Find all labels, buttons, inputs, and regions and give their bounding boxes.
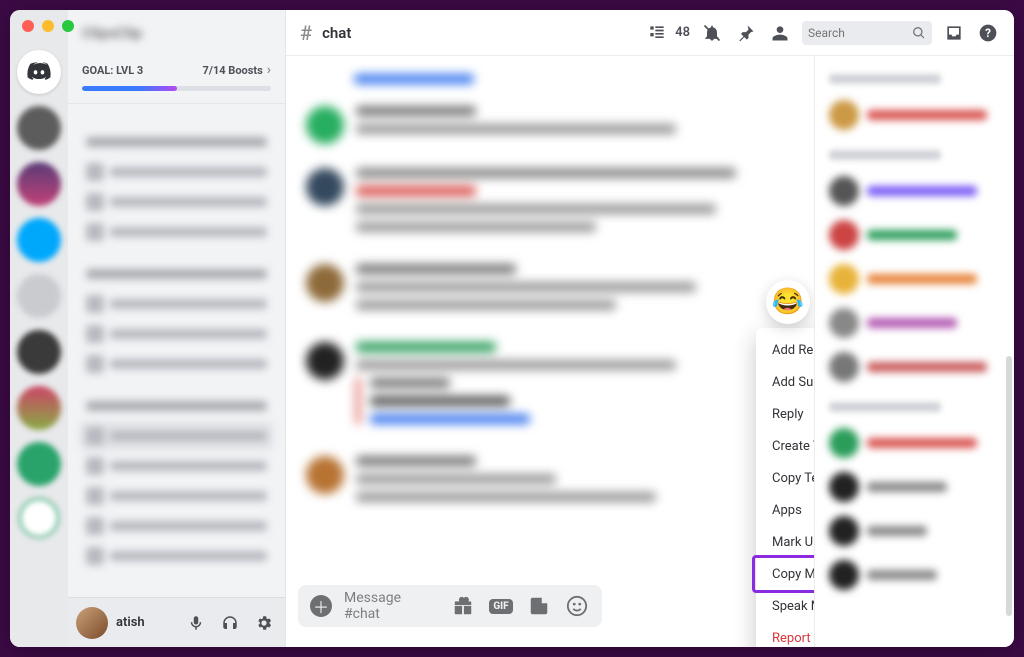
channel-name: chat — [322, 24, 351, 42]
quick-reaction-emoji[interactable]: 😂 — [766, 280, 810, 324]
context-menu-label: Add Super Reaction — [772, 375, 814, 390]
emoji-icon — [566, 595, 588, 617]
help-button[interactable]: ? — [976, 21, 1000, 45]
channel-list[interactable] — [68, 104, 285, 597]
channel-sidebar: ClipsClip GOAL: LVL 3 7/14 Boosts › — [68, 10, 286, 647]
mic-button[interactable] — [183, 610, 209, 636]
search-input[interactable] — [808, 26, 908, 40]
message-context-menu: 😂 Add Reaction›Add Super Reaction ›Reply… — [756, 286, 814, 647]
context-menu-label: Copy Message Link — [772, 567, 814, 582]
context-menu-item-add-super-reaction[interactable]: Add Super Reaction › — [762, 366, 814, 398]
guild-item[interactable] — [17, 106, 61, 150]
members-icon — [770, 23, 790, 43]
guild-item[interactable] — [17, 162, 61, 206]
user-settings-button[interactable] — [251, 610, 277, 636]
context-menu-item-report-message[interactable]: Report Message — [762, 622, 814, 647]
chevron-right-icon: › — [267, 62, 271, 78]
composer-placeholder[interactable]: Message #chat — [344, 590, 438, 622]
sticker-icon — [528, 595, 550, 617]
member-list-toggle[interactable] — [768, 21, 792, 45]
headphones-icon — [221, 614, 239, 632]
context-menu-item-copy-text[interactable]: Copy Text — [762, 462, 814, 494]
gif-label: GIF — [489, 599, 512, 614]
search-box[interactable] — [802, 21, 932, 45]
microphone-icon — [187, 614, 205, 632]
main-panel: # chat 48 ? — [286, 10, 1014, 647]
boost-goal-label: GOAL: LVL 3 — [82, 64, 143, 77]
svg-text:?: ? — [985, 26, 991, 40]
guild-item[interactable] — [17, 442, 61, 486]
context-menu-item-add-reaction[interactable]: Add Reaction› — [762, 334, 814, 366]
sticker-button[interactable] — [526, 593, 552, 619]
guild-rail — [10, 10, 68, 647]
zoom-window-button[interactable] — [62, 20, 74, 32]
context-menu-label: Create Thread — [772, 439, 814, 454]
boost-progress-bar — [82, 86, 271, 91]
help-icon: ? — [978, 23, 998, 43]
minimize-window-button[interactable] — [42, 20, 54, 32]
discord-logo-icon — [26, 59, 52, 85]
window-controls — [22, 20, 74, 32]
boost-banner[interactable]: GOAL: LVL 3 7/14 Boosts › — [68, 52, 285, 104]
context-menu-label: Add Reaction — [772, 343, 814, 358]
boost-progress-label: 7/14 Boosts — [203, 64, 263, 77]
home-button[interactable] — [17, 50, 61, 94]
search-icon — [912, 26, 926, 40]
notification-settings-button[interactable] — [700, 21, 724, 45]
context-menu-label: Apps — [772, 503, 802, 518]
pinned-messages-button[interactable] — [734, 21, 758, 45]
deafen-button[interactable] — [217, 610, 243, 636]
app-window: ClipsClip GOAL: LVL 3 7/14 Boosts › — [10, 10, 1014, 647]
members-scrollbar[interactable] — [1006, 356, 1012, 616]
gear-icon — [255, 614, 273, 632]
gif-button[interactable]: GIF — [488, 593, 514, 619]
emoji-button[interactable] — [564, 593, 590, 619]
context-menu-label: Report Message — [772, 631, 814, 646]
gift-icon — [452, 595, 474, 617]
server-name[interactable]: ClipsClip — [68, 10, 285, 52]
threads-button[interactable] — [645, 21, 669, 45]
member-list[interactable] — [814, 56, 1014, 647]
message-list[interactable]: ＋ Message #chat GIF 😂 Add Reaction›Add S… — [286, 56, 814, 647]
guild-item-selected[interactable] — [17, 218, 61, 262]
guild-item[interactable] — [19, 498, 59, 538]
inbox-button[interactable] — [942, 21, 966, 45]
threads-icon — [647, 23, 667, 43]
user-avatar[interactable] — [76, 607, 108, 639]
context-menu-label: Reply — [772, 407, 804, 422]
context-menu-item-create-thread[interactable]: Create Thread — [762, 430, 814, 462]
guild-item[interactable] — [17, 386, 61, 430]
user-panel: atish — [68, 597, 285, 647]
context-menu-item-mark-unread[interactable]: Mark Unread — [762, 526, 814, 558]
boost-progress-fill — [82, 86, 177, 91]
hash-icon: # — [300, 21, 312, 45]
guild-item[interactable] — [17, 330, 61, 374]
username[interactable]: atish — [116, 615, 175, 630]
gift-button[interactable] — [450, 593, 476, 619]
context-menu-item-speak-message[interactable]: Speak Message — [762, 590, 814, 622]
context-menu-label: Mark Unread — [772, 535, 814, 550]
guild-item[interactable] — [17, 274, 61, 318]
close-window-button[interactable] — [22, 20, 34, 32]
context-menu-item-copy-message-link[interactable]: Copy Message Link — [762, 558, 814, 590]
context-menu-item-apps[interactable]: Apps› — [762, 494, 814, 526]
thread-count: 48 — [675, 25, 690, 40]
bell-muted-icon — [702, 23, 722, 43]
context-menu-label: Speak Message — [772, 599, 814, 614]
inbox-icon — [944, 23, 964, 43]
pin-icon — [736, 23, 756, 43]
attach-button[interactable]: ＋ — [310, 595, 332, 617]
chat-header: # chat 48 ? — [286, 10, 1014, 56]
message-composer[interactable]: ＋ Message #chat GIF — [298, 585, 602, 627]
context-menu-label: Copy Text — [772, 471, 814, 486]
context-menu-item-reply[interactable]: Reply — [762, 398, 814, 430]
